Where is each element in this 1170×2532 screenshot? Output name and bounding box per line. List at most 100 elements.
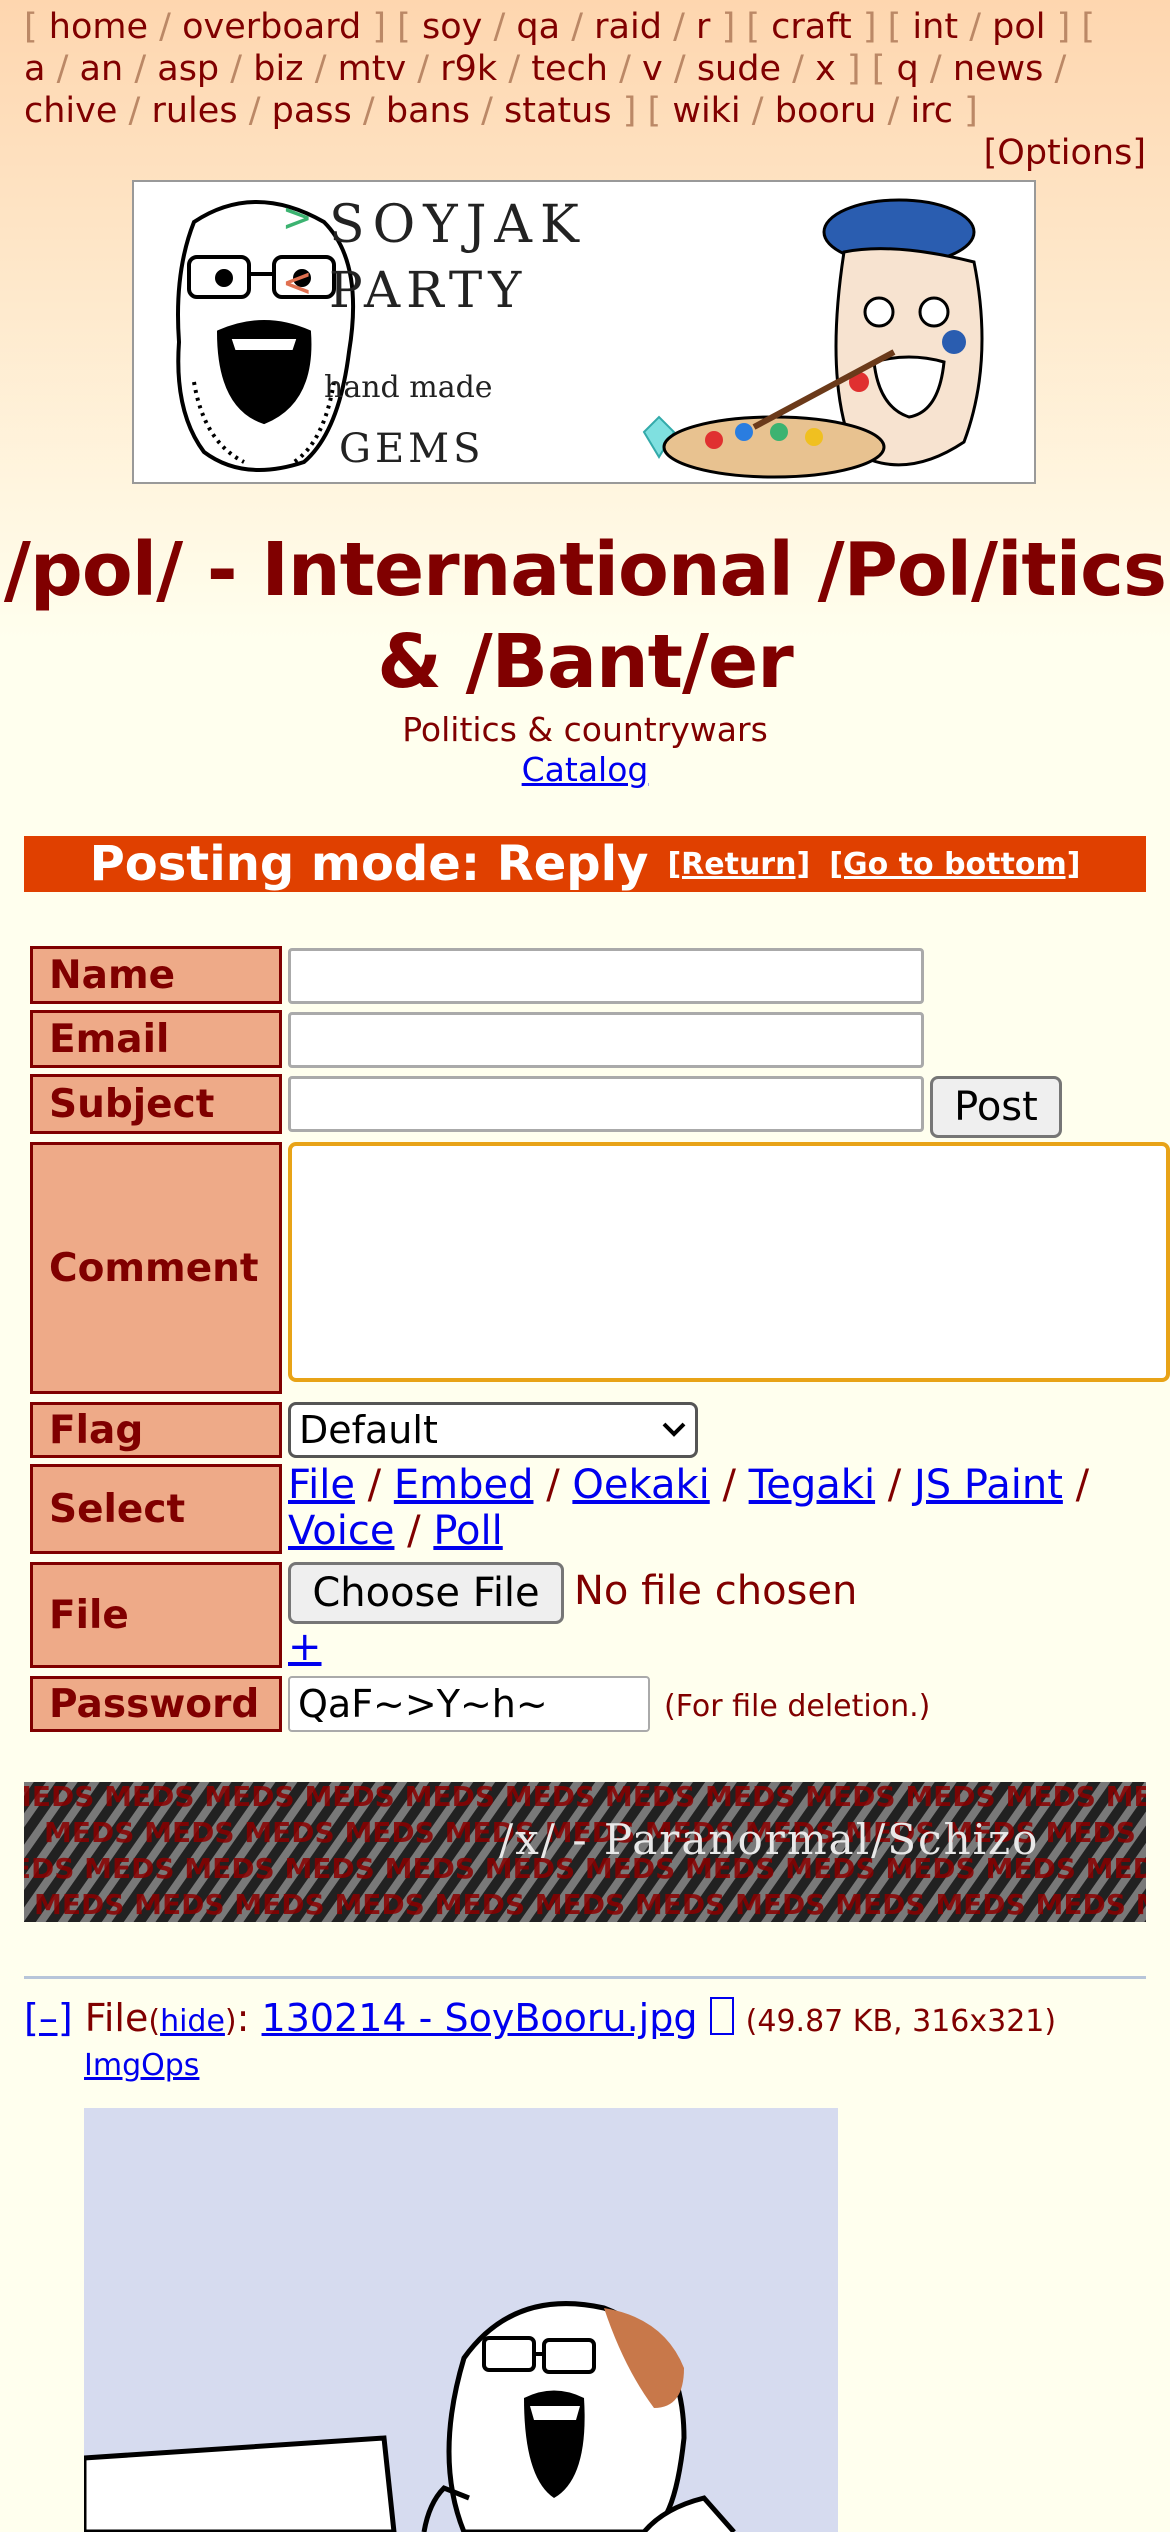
file-meta: (49.87 KB, 316x321) xyxy=(745,2004,1057,2039)
board-link-biz[interactable]: biz xyxy=(253,49,303,89)
select-voice-link[interactable]: Voice xyxy=(288,1508,394,1554)
comment-textarea[interactable] xyxy=(288,1142,1170,1382)
file-name-link[interactable]: 130214 - SoyBooru.jpg xyxy=(262,1996,698,2040)
select-options: File / Embed / Oekaki / Tegaki / JS Pain… xyxy=(288,1462,1090,1554)
board-link-a[interactable]: a xyxy=(24,49,45,89)
board-subtitle: Politics & countrywars xyxy=(402,710,768,749)
email-row: Email xyxy=(30,1010,1170,1068)
meds-text-row: MEDS MEDS MEDS MEDS MEDS MEDS MEDS MEDS … xyxy=(34,1888,1146,1921)
download-icon[interactable] xyxy=(709,1997,734,2035)
hide-file-link[interactable]: hide xyxy=(160,2004,225,2039)
board-link-q[interactable]: q xyxy=(897,49,919,89)
post-separator xyxy=(24,1976,1146,1979)
posting-mode-label: Posting mode: Reply xyxy=(89,836,649,892)
board-link-craft[interactable]: craft xyxy=(771,7,852,47)
posting-mode-bar: Posting mode: Reply [Return] [Go to bott… xyxy=(24,836,1146,892)
chevron-down-icon xyxy=(662,1422,686,1437)
board-link-an[interactable]: an xyxy=(80,49,124,89)
schizo-banner[interactable]: MEDS MEDS MEDS MEDS MEDS MEDS MEDS MEDS … xyxy=(24,1782,1146,1922)
board-link-news[interactable]: news xyxy=(953,49,1044,89)
board-link-sude[interactable]: sude xyxy=(697,49,781,89)
name-row: Name xyxy=(30,946,1170,1004)
subject-row: Subject Post xyxy=(30,1074,1170,1138)
artist-soyjak-icon xyxy=(662,198,984,479)
subject-input[interactable] xyxy=(288,1076,924,1132)
select-embed-link[interactable]: Embed xyxy=(394,1462,534,1508)
no-file-chosen-text: No file chosen xyxy=(574,1568,858,1614)
choose-file-button[interactable]: Choose File xyxy=(288,1562,564,1624)
post-image[interactable] xyxy=(84,2108,838,2532)
go-to-bottom-link[interactable]: [Go to bottom] xyxy=(829,847,1080,882)
banner-line2: PARTY xyxy=(329,261,527,319)
board-link-x[interactable]: x xyxy=(815,49,836,89)
board-title: /pol/ - International /Pol/itics & /Bant… xyxy=(3,527,1167,705)
board-link-rules[interactable]: rules xyxy=(151,91,237,131)
board-link-wiki[interactable]: wiki xyxy=(672,91,740,131)
subject-label: Subject xyxy=(30,1074,282,1134)
select-oekaki-link[interactable]: Oekaki xyxy=(572,1462,709,1508)
board-link-r[interactable]: r xyxy=(696,7,710,47)
email-label: Email xyxy=(30,1010,282,1068)
board-banner[interactable]: > SOYJAK < PARTY hand made GEMS xyxy=(132,180,1036,484)
banner-text-gt: > xyxy=(284,192,311,243)
banner-line1: SOYJAK xyxy=(329,195,587,255)
board-list: [ home / overboard ] [ soy / qa / raid /… xyxy=(24,7,1096,131)
board-link-pass[interactable]: pass xyxy=(272,91,352,131)
return-link[interactable]: [Return] xyxy=(667,847,810,882)
select-row: Select File / Embed / Oekaki / Tegaki / … xyxy=(30,1462,1170,1554)
soyjak-face-icon xyxy=(176,200,356,472)
select-file-link[interactable]: File xyxy=(288,1462,355,1508)
name-label: Name xyxy=(30,946,282,1004)
comment-row: Comment xyxy=(30,1142,1170,1394)
board-link-overboard[interactable]: overboard xyxy=(182,7,361,47)
banner-drawing: > SOYJAK < PARTY hand made GEMS xyxy=(176,192,984,479)
select-jspaint-link[interactable]: JS Paint xyxy=(914,1462,1063,1508)
flag-label: Flag xyxy=(30,1402,282,1458)
board-link-r9k[interactable]: r9k xyxy=(440,49,497,89)
board-link-v[interactable]: v xyxy=(642,49,663,89)
file-row: File Choose File No file chosen + xyxy=(30,1562,1170,1670)
flag-row: Flag Default xyxy=(30,1402,1170,1458)
schizo-banner-text: /x/ - Paranormal/Schizo xyxy=(499,1815,1039,1864)
board-link-int[interactable]: int xyxy=(912,7,958,47)
soyjak-computer-icon xyxy=(84,2301,736,2532)
email-input[interactable] xyxy=(288,1012,924,1068)
options-link[interactable]: [Options] xyxy=(984,133,1146,173)
name-input[interactable] xyxy=(288,948,924,1004)
schizo-banner-art: MEDS MEDS MEDS MEDS MEDS MEDS MEDS MEDS … xyxy=(24,1782,1146,1922)
board-link-raid[interactable]: raid xyxy=(594,7,662,47)
password-input[interactable]: QaF~>Y~h~ xyxy=(288,1676,650,1732)
file-label: File xyxy=(30,1562,282,1668)
password-label: Password xyxy=(30,1676,282,1732)
catalog-link[interactable]: Catalog xyxy=(522,750,649,789)
flag-select[interactable]: Default xyxy=(288,1402,698,1458)
imgops-link[interactable]: ImgOps xyxy=(84,2048,199,2083)
board-link-mtv[interactable]: mtv xyxy=(338,49,407,89)
password-note: (For file deletion.) xyxy=(664,1689,931,1724)
board-link-chive[interactable]: chive xyxy=(24,91,117,131)
banner-text-lt: < xyxy=(284,257,311,308)
add-file-link[interactable]: + xyxy=(288,1624,322,1670)
board-link-tech[interactable]: tech xyxy=(531,49,608,89)
banner-line3: hand made xyxy=(324,370,493,405)
flag-selected-value: Default xyxy=(299,1408,438,1452)
collapse-post-button[interactable]: [–] xyxy=(24,1996,73,2040)
file-prefix: File xyxy=(84,1996,149,2040)
board-link-pol[interactable]: pol xyxy=(992,7,1045,47)
board-link-soy[interactable]: soy xyxy=(422,7,482,47)
board-link-bans[interactable]: bans xyxy=(386,91,470,131)
meds-text-row: MEDS MEDS MEDS MEDS MEDS MEDS MEDS MEDS … xyxy=(24,1782,1146,1813)
board-link-status[interactable]: status xyxy=(504,91,612,131)
comment-label: Comment xyxy=(30,1142,282,1394)
board-link-home[interactable]: home xyxy=(49,7,148,47)
board-link-irc[interactable]: irc xyxy=(910,91,953,131)
board-link-asp[interactable]: asp xyxy=(157,49,219,89)
board-link-qa[interactable]: qa xyxy=(516,7,560,47)
select-poll-link[interactable]: Poll xyxy=(433,1508,502,1554)
select-tegaki-link[interactable]: Tegaki xyxy=(749,1462,875,1508)
post-button[interactable]: Post xyxy=(930,1076,1062,1138)
select-label: Select xyxy=(30,1464,282,1554)
post-file-info: [–] File(hide): 130214 - SoyBooru.jpg (4… xyxy=(24,1996,1057,2040)
board-link-booru[interactable]: booru xyxy=(775,91,877,131)
password-row: Password QaF~>Y~h~ (For file deletion.) xyxy=(30,1676,1170,1732)
